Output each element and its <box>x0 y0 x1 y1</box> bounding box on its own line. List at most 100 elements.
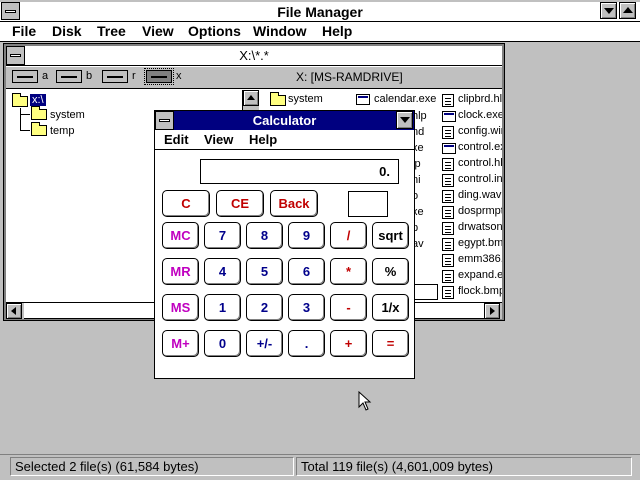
scroll-left-button[interactable] <box>6 303 22 319</box>
folder-icon <box>31 106 47 120</box>
digit-1-button[interactable]: 1 <box>204 294 241 321</box>
file-item[interactable]: ding.wav <box>458 189 501 201</box>
selected-file-box[interactable] <box>412 284 438 300</box>
clear-entry-button[interactable]: CE <box>216 190 264 217</box>
file-item[interactable]: calendar.exe <box>374 93 436 105</box>
reciprocal-button[interactable]: 1/x <box>372 294 409 321</box>
tree-item-system[interactable]: system <box>50 109 85 121</box>
divide-button[interactable]: / <box>330 222 367 249</box>
multiply-button[interactable]: * <box>330 258 367 285</box>
digit-7-button[interactable]: 7 <box>204 222 241 249</box>
digit-9-button[interactable]: 9 <box>288 222 325 249</box>
file-item[interactable]: flock.bmp <box>458 285 502 297</box>
subtract-button[interactable]: - <box>330 294 367 321</box>
calculator-display: 0. <box>200 159 399 184</box>
menu-tree[interactable]: Tree <box>97 23 126 39</box>
scroll-up-button[interactable] <box>243 90 259 106</box>
equals-button[interactable]: = <box>372 330 409 357</box>
file-item[interactable]: config.win <box>458 125 502 137</box>
memory-add-button[interactable]: M+ <box>162 330 199 357</box>
decimal-point-button[interactable]: . <box>288 330 325 357</box>
percent-button[interactable]: % <box>372 258 409 285</box>
memory-recall-button[interactable]: MR <box>162 258 199 285</box>
drive-letter: a <box>42 70 49 82</box>
scroll-right-button[interactable] <box>484 303 500 319</box>
calculator-title: Calculator <box>252 113 317 128</box>
document-icon <box>442 222 454 235</box>
application-icon <box>442 111 456 122</box>
menu-file[interactable]: File <box>12 23 36 39</box>
directory-title: X:\*.* <box>239 48 269 63</box>
maximize-arrow-icon <box>623 7 633 13</box>
document-icon <box>442 94 454 107</box>
calc-menu-help[interactable]: Help <box>249 132 277 147</box>
status-bar: Selected 2 file(s) (61,584 bytes) Total … <box>0 454 640 480</box>
menu-disk[interactable]: Disk <box>52 23 82 39</box>
digit-5-button[interactable]: 5 <box>246 258 283 285</box>
up-arrow-icon <box>247 95 255 100</box>
digit-0-button[interactable]: 0 <box>204 330 241 357</box>
app-title: File Manager <box>277 4 363 20</box>
application-icon <box>356 94 370 105</box>
menu-options[interactable]: Options <box>188 23 241 39</box>
calculator-minimize-button[interactable] <box>396 111 413 129</box>
file-item[interactable]: system <box>288 93 323 105</box>
sign-toggle-button[interactable]: +/- <box>246 330 283 357</box>
memory-clear-button[interactable]: MC <box>162 222 199 249</box>
clear-button[interactable]: C <box>162 190 210 217</box>
status-selected: Selected 2 file(s) (61,584 bytes) <box>10 457 294 476</box>
file-item[interactable]: clock.exe <box>458 109 502 121</box>
digit-2-button[interactable]: 2 <box>246 294 283 321</box>
document-icon <box>442 254 454 267</box>
file-manager-window: File Manager File Disk Tree View Options… <box>0 0 640 480</box>
drive-bar: a b r x X: [MS-RAMDRIVE] <box>6 67 502 89</box>
digit-8-button[interactable]: 8 <box>246 222 283 249</box>
add-button[interactable]: + <box>330 330 367 357</box>
menu-help[interactable]: Help <box>322 23 352 39</box>
directory-title-bar[interactable]: X:\*.* <box>6 46 502 66</box>
digit-6-button[interactable]: 6 <box>288 258 325 285</box>
open-folder-icon <box>12 93 28 107</box>
file-item[interactable]: control.exe <box>458 141 502 153</box>
calc-menu-edit[interactable]: Edit <box>164 132 189 147</box>
document-icon <box>442 238 454 251</box>
folder-icon <box>31 122 47 136</box>
minimize-button[interactable] <box>600 2 617 19</box>
minimize-arrow-icon <box>400 117 410 123</box>
file-item[interactable]: clipbrd.hlp <box>458 93 502 105</box>
backspace-button[interactable]: Back <box>270 190 318 217</box>
digit-3-button[interactable]: 3 <box>288 294 325 321</box>
file-item[interactable]: drwatson. <box>458 221 502 233</box>
document-icon <box>442 126 454 139</box>
mouse-cursor-icon <box>358 391 372 411</box>
file-item[interactable]: expand.ex <box>458 269 502 281</box>
file-item[interactable]: emm386.e <box>458 253 502 265</box>
display-value: 0. <box>379 164 390 179</box>
left-arrow-icon <box>11 307 16 315</box>
app-title-bar[interactable]: File Manager <box>0 2 640 22</box>
calc-menu-view[interactable]: View <box>204 132 233 147</box>
drive-letter: x <box>176 70 182 82</box>
calculator-window: Calculator Edit View Help 0. C CE Back M… <box>154 110 415 379</box>
drive-letter: r <box>132 70 136 82</box>
calculator-title-bar[interactable]: Calculator <box>155 111 414 130</box>
document-icon <box>442 158 454 171</box>
tree-root[interactable]: x:\ <box>30 94 46 106</box>
digit-4-button[interactable]: 4 <box>204 258 241 285</box>
tree-connector <box>20 108 21 130</box>
status-total: Total 119 file(s) (4,601,009 bytes) <box>296 457 632 476</box>
menu-view[interactable]: View <box>142 23 174 39</box>
menu-window[interactable]: Window <box>253 23 307 39</box>
file-item[interactable]: control.hlp <box>458 157 502 169</box>
file-item[interactable]: dosprmpt. <box>458 205 502 217</box>
file-item[interactable]: control.ini <box>458 173 502 185</box>
drive-letter: b <box>86 70 93 82</box>
memory-store-button[interactable]: MS <box>162 294 199 321</box>
tree-item-temp[interactable]: temp <box>50 125 74 137</box>
tree-connector <box>20 130 30 131</box>
maximize-button[interactable] <box>619 2 636 19</box>
folder-icon <box>270 92 286 106</box>
document-icon <box>442 270 454 283</box>
file-item[interactable]: egypt.bmp <box>458 237 502 249</box>
sqrt-button[interactable]: sqrt <box>372 222 409 249</box>
